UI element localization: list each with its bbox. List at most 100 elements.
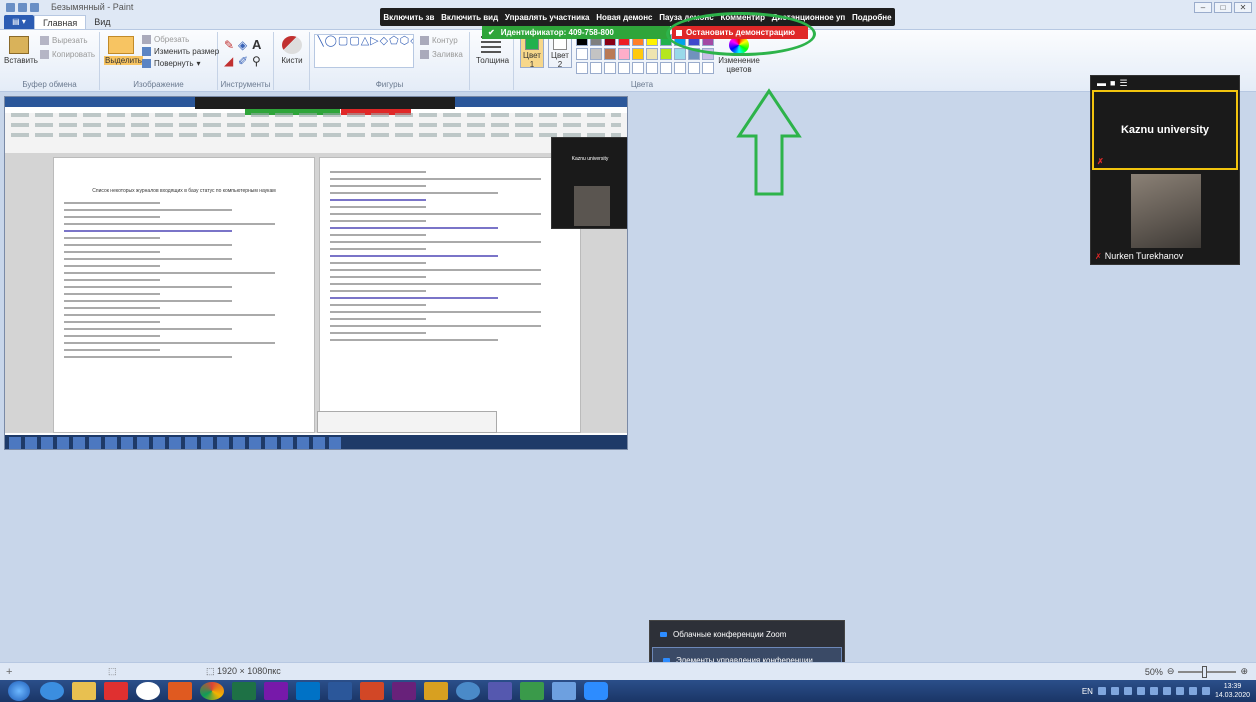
palette-swatch[interactable] — [618, 62, 630, 74]
tab-home[interactable]: Главная — [34, 15, 87, 29]
tab-view[interactable]: Вид — [86, 15, 118, 29]
text-icon[interactable]: A — [252, 37, 261, 52]
tray-icon[interactable] — [1175, 687, 1184, 695]
paste-button[interactable]: Вставить — [4, 34, 38, 68]
explorer-icon[interactable] — [72, 682, 96, 700]
clock[interactable]: 13:39 14.03.2020 — [1215, 682, 1250, 700]
tray-icon[interactable] — [1097, 687, 1106, 695]
chrome-icon[interactable] — [200, 682, 224, 700]
brushes-button[interactable]: Кисти — [277, 34, 307, 68]
pasted-screenshot[interactable]: Список некоторых журналов входящих в баз… — [4, 96, 628, 450]
palette-swatch[interactable] — [604, 62, 616, 74]
fill-button[interactable]: Заливка — [420, 50, 463, 59]
zoom-toolbar-item[interactable]: Управлять участника — [505, 13, 590, 22]
yandex-icon[interactable] — [104, 682, 128, 700]
zoom-slider-thumb[interactable] — [1202, 665, 1208, 678]
redo-icon[interactable] — [30, 2, 39, 12]
tray-icon[interactable] — [1149, 687, 1158, 695]
office-icon[interactable] — [168, 682, 192, 700]
ie-icon[interactable] — [40, 682, 64, 700]
menu-icon[interactable]: ☰ — [1119, 78, 1127, 89]
pencil-icon[interactable]: ✎ — [224, 38, 234, 52]
palette-swatch[interactable] — [632, 62, 644, 74]
rotate-button[interactable]: Повернуть ▾ — [142, 59, 201, 68]
headset-icon[interactable] — [456, 682, 480, 700]
paint-icon[interactable] — [552, 682, 576, 700]
palette-swatch[interactable] — [674, 48, 686, 60]
copy-button[interactable]: Копировать — [40, 50, 95, 59]
eraser-icon[interactable]: ◢ — [224, 54, 233, 68]
canvas-area[interactable]: Список некоторых журналов входящих в баз… — [0, 92, 1256, 662]
zoom-toolbar-item[interactable]: Включить вид — [441, 13, 498, 22]
powerpoint-icon[interactable] — [360, 682, 384, 700]
zoom-toolbar-item[interactable]: Подробне — [852, 13, 892, 22]
outlook-icon[interactable] — [296, 682, 320, 700]
picker-icon[interactable]: ✐ — [238, 54, 248, 68]
context-menu-item[interactable]: Облачные конференции Zoom — [650, 621, 844, 647]
maximize-button[interactable]: □ — [1214, 2, 1232, 13]
yandex-browser-icon[interactable] — [136, 682, 160, 700]
chat-icon[interactable] — [520, 682, 544, 700]
palette-swatch[interactable] — [660, 62, 672, 74]
color2-button[interactable]: Цвет 2 — [548, 34, 572, 69]
palette-swatch[interactable] — [590, 48, 602, 60]
file-menu-button[interactable]: ▤ ▾ — [4, 15, 34, 29]
shapes-gallery[interactable]: ╲◯▢▢△▷◇⬠⬡◇⇨⇩⇦☆☆◌◯◯ — [314, 34, 414, 68]
outline-button[interactable]: Контур — [420, 36, 458, 45]
image-group: Выделить Обрезать Изменить размер Поверн… — [100, 32, 219, 90]
zoom-toolbar-item[interactable]: Новая демонс — [596, 13, 652, 22]
zoom-out-button[interactable]: ⊖ — [1167, 666, 1175, 677]
palette-swatch[interactable] — [618, 48, 630, 60]
teams-icon[interactable] — [488, 682, 512, 700]
vs-icon[interactable] — [392, 682, 416, 700]
volume-icon[interactable] — [1201, 687, 1210, 695]
palette-swatch[interactable] — [646, 48, 658, 60]
paint-brush-icon[interactable] — [424, 682, 448, 700]
close-button[interactable]: ✕ — [1234, 2, 1252, 13]
excel-icon[interactable] — [232, 682, 256, 700]
palette-swatch[interactable] — [702, 62, 714, 74]
windows-taskbar: EN 13:39 14.03.2020 — [0, 680, 1256, 702]
palette-swatch[interactable] — [674, 62, 686, 74]
undo-icon[interactable] — [18, 2, 27, 12]
zoom-app-icon[interactable] — [584, 682, 608, 700]
palette-swatch[interactable] — [688, 62, 700, 74]
select-button[interactable]: Выделить — [104, 34, 143, 68]
palette-swatch[interactable] — [576, 48, 588, 60]
cut-button[interactable]: Вырезать — [40, 36, 88, 45]
palette-swatch[interactable] — [646, 62, 658, 74]
palette-swatch[interactable] — [576, 62, 588, 74]
zoom-toolbar-item[interactable]: Включить зв — [383, 13, 434, 22]
tray-icon[interactable] — [1162, 687, 1171, 695]
minimize-button[interactable]: – — [1194, 2, 1212, 13]
save-icon[interactable] — [6, 2, 15, 12]
resize-button[interactable]: Изменить размер — [142, 47, 219, 56]
tray-icon[interactable] — [1123, 687, 1132, 695]
onenote-icon[interactable] — [264, 682, 288, 700]
zoom-in-button[interactable]: ⊕ — [1240, 666, 1248, 677]
minimize-icon[interactable]: ▬ — [1097, 78, 1106, 88]
language-indicator[interactable]: EN — [1082, 687, 1093, 696]
crop-icon — [142, 35, 151, 44]
word-icon[interactable] — [328, 682, 352, 700]
magnifier-icon[interactable]: ⚲ — [252, 54, 261, 68]
palette-swatch[interactable] — [590, 62, 602, 74]
palette-swatch[interactable] — [660, 48, 672, 60]
palette-swatch[interactable] — [632, 48, 644, 60]
group-label: Изображение — [133, 80, 184, 89]
palette-swatch[interactable] — [604, 48, 616, 60]
zoom-slider[interactable] — [1178, 665, 1237, 678]
host-video-tile[interactable]: Kaznu university ✗ — [1092, 90, 1238, 170]
color1-button[interactable]: Цвет 1 — [520, 34, 544, 69]
tray-icon[interactable] — [1110, 687, 1119, 695]
thickness-button[interactable]: Толщина — [476, 34, 509, 68]
tile-icon[interactable]: ■ — [1110, 78, 1115, 88]
fill-icon[interactable]: ◈ — [238, 38, 247, 52]
document-page-right — [319, 157, 581, 433]
tray-icon[interactable] — [1136, 687, 1145, 695]
add-icon: + — [6, 665, 13, 678]
start-button[interactable] — [8, 681, 30, 701]
crop-button[interactable]: Обрезать — [142, 35, 189, 44]
network-icon[interactable] — [1188, 687, 1197, 695]
participant-video-tile[interactable]: ✗ Nurken Turekhanov — [1091, 170, 1239, 264]
